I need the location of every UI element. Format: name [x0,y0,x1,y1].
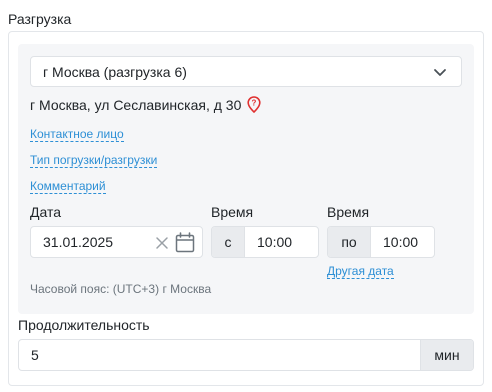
time-to-label: Время [327,204,370,220]
other-date-link[interactable]: Другая дата [327,264,394,279]
time-to-input-group[interactable]: по 10:00 [327,226,435,258]
svg-text:?: ? [252,99,257,108]
date-label: Дата [30,204,62,220]
chevron-down-icon [434,69,446,76]
address-text: г Москва, ул Сеславинская, д 30 [30,96,242,113]
time-to-input[interactable]: 10:00 [371,227,418,257]
time-to-prefix: по [328,227,371,257]
timezone-text: Часовой пояс: (UTC+3) г Москва [30,282,212,296]
load-type-link[interactable]: Тип погрузки/разгрузки [30,153,158,168]
clear-icon[interactable] [155,236,169,250]
address: г Москва, ул Сеславинская, д 30 ? [30,96,261,113]
calendar-icon[interactable] [175,232,195,253]
duration-input[interactable]: 5 [19,340,420,370]
time-from-prefix: с [212,227,245,257]
section-title: Разгрузка [8,11,72,27]
date-value: 31.01.2025 [43,234,114,250]
duration-unit: мин [420,340,473,370]
comment-link[interactable]: Комментарий [30,179,106,194]
date-input[interactable]: 31.01.2025 [30,226,203,258]
time-from-input-group[interactable]: с 10:00 [211,226,319,258]
map-pin-icon[interactable]: ? [247,96,261,113]
duration-label: Продолжительность [18,317,150,333]
time-from-input[interactable]: 10:00 [245,227,292,257]
unloading-point-select[interactable]: г Москва (разгрузка 6) [30,56,462,87]
contact-person-link[interactable]: Контактное лицо [30,127,124,142]
select-value: г Москва (разгрузка 6) [43,63,187,80]
time-from-label: Время [211,204,254,220]
duration-input-group[interactable]: 5 мин [18,339,474,371]
